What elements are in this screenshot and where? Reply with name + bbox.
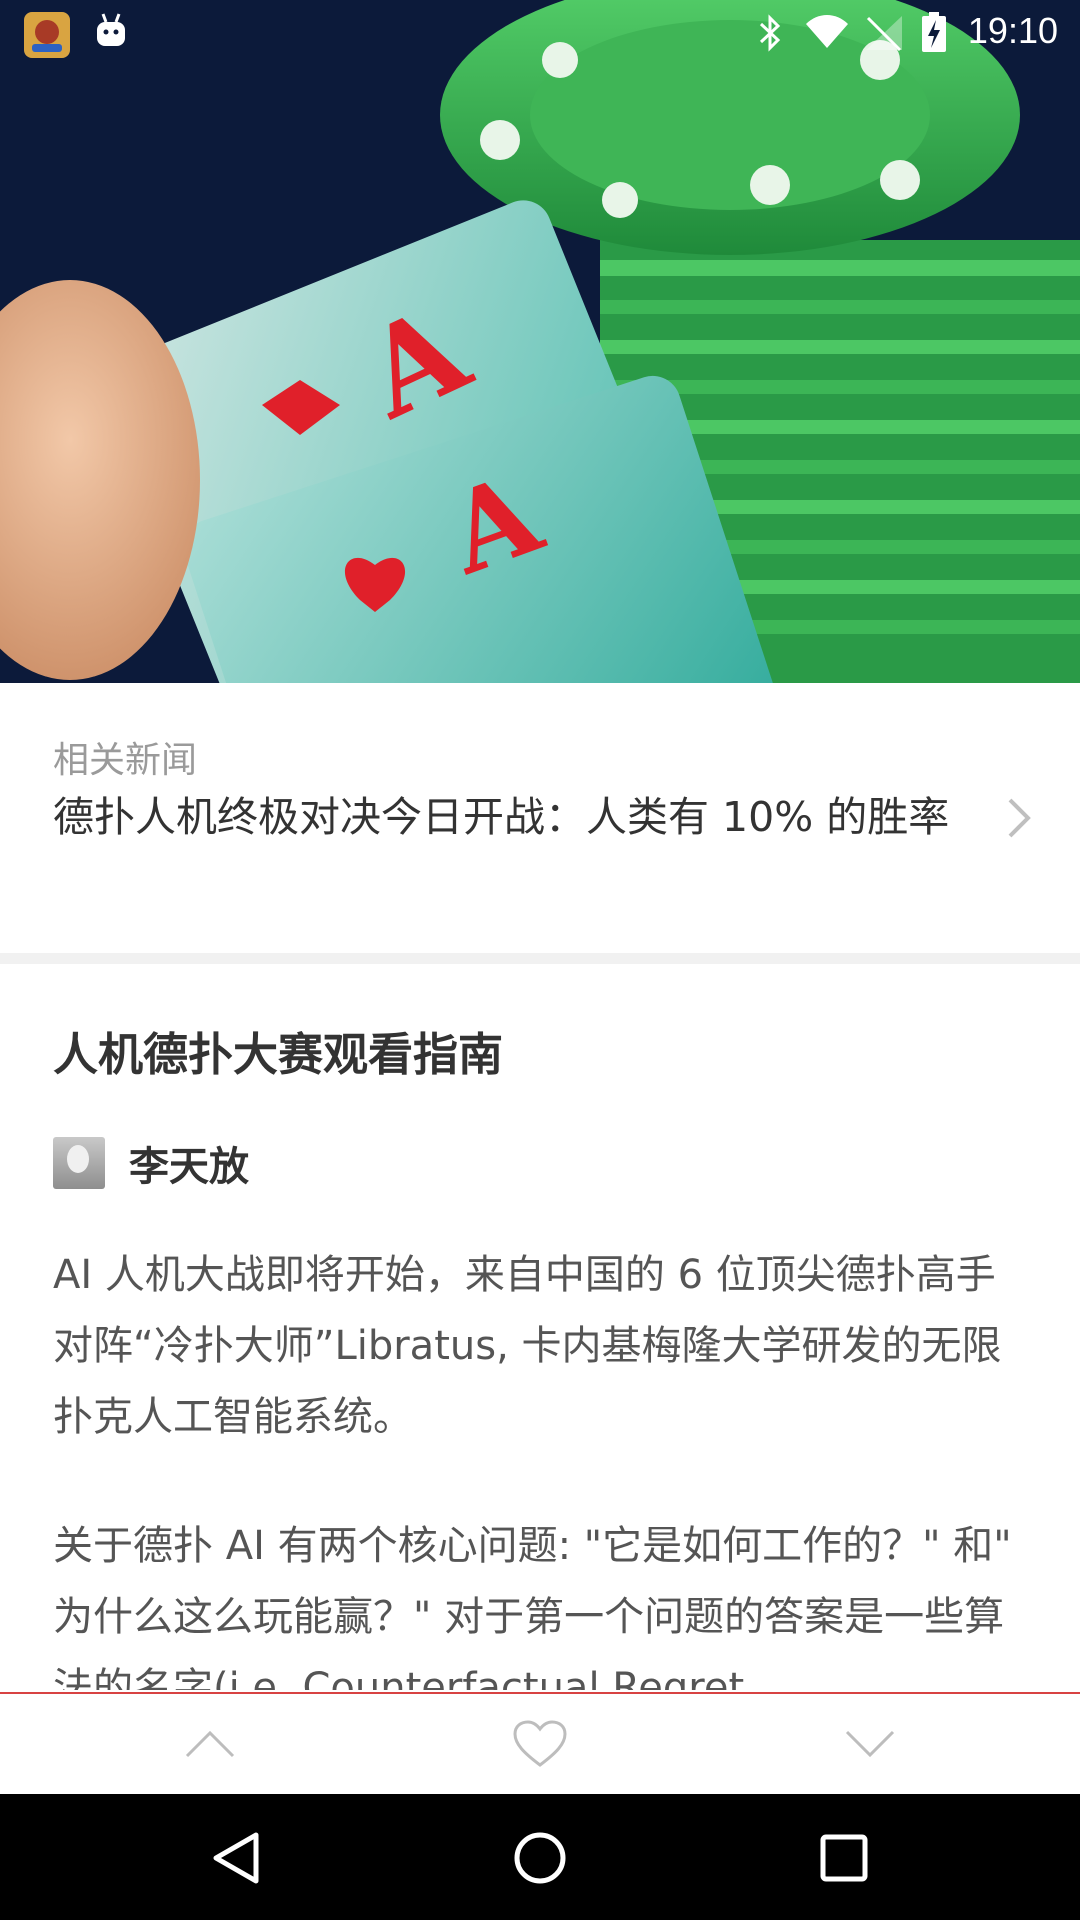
system-nav-bar [0, 1794, 1080, 1920]
author-avatar[interactable] [53, 1137, 105, 1189]
signal-icon [864, 14, 904, 57]
related-news-title[interactable]: 德扑人机终极对决今日开战：人类有 10% 的胜率 [53, 791, 973, 843]
back-button[interactable] [200, 1822, 272, 1894]
battery-charging-icon [922, 12, 946, 57]
article-body: AI 人机大战即将开始，来自中国的 6 位顶尖德扑高手对阵“冷扑大师”Libra… [53, 1240, 1033, 1690]
previous-article-button[interactable] [170, 1712, 250, 1776]
chevron-down-icon [845, 1730, 895, 1758]
home-button[interactable] [504, 1822, 576, 1894]
section-divider [0, 953, 1080, 964]
article-action-bar [0, 1692, 1080, 1794]
chevron-up-icon [185, 1730, 235, 1758]
author-name[interactable]: 李天放 [129, 1134, 249, 1192]
status-time: 19:10 [967, 10, 1058, 51]
recents-button[interactable] [808, 1822, 880, 1894]
android-robot-icon [95, 12, 127, 53]
game-app-icon [24, 12, 70, 63]
back-icon [213, 1832, 259, 1884]
poker-aces-image: A A [0, 0, 1080, 683]
next-article-button[interactable] [830, 1712, 910, 1776]
hero-image: A A [0, 0, 1080, 683]
related-news-label: 相关新闻 [53, 740, 198, 781]
author-row[interactable]: 李天放 [53, 1136, 249, 1190]
bluetooth-icon [758, 14, 782, 57]
article-paragraph: 关于德扑 AI 有两个核心问题: "它是如何工作的？" 和" 为什么这么玩能赢？… [53, 1523, 1012, 1690]
status-bar: 19:10 [0, 0, 1080, 64]
heart-icon [513, 1720, 567, 1767]
like-button[interactable] [500, 1712, 580, 1776]
home-icon [514, 1832, 566, 1884]
article-paragraph: AI 人机大战即将开始，来自中国的 6 位顶尖德扑高手对阵“冷扑大师”Libra… [53, 1252, 1002, 1440]
recents-icon [820, 1834, 868, 1882]
chevron-right-icon [1006, 796, 1032, 844]
wifi-icon [804, 14, 850, 55]
related-news-card[interactable]: 相关新闻 德扑人机终极对决今日开战：人类有 10% 的胜率 [0, 683, 1080, 953]
article-title: 人机德扑大赛观看指南 [53, 1028, 504, 1081]
